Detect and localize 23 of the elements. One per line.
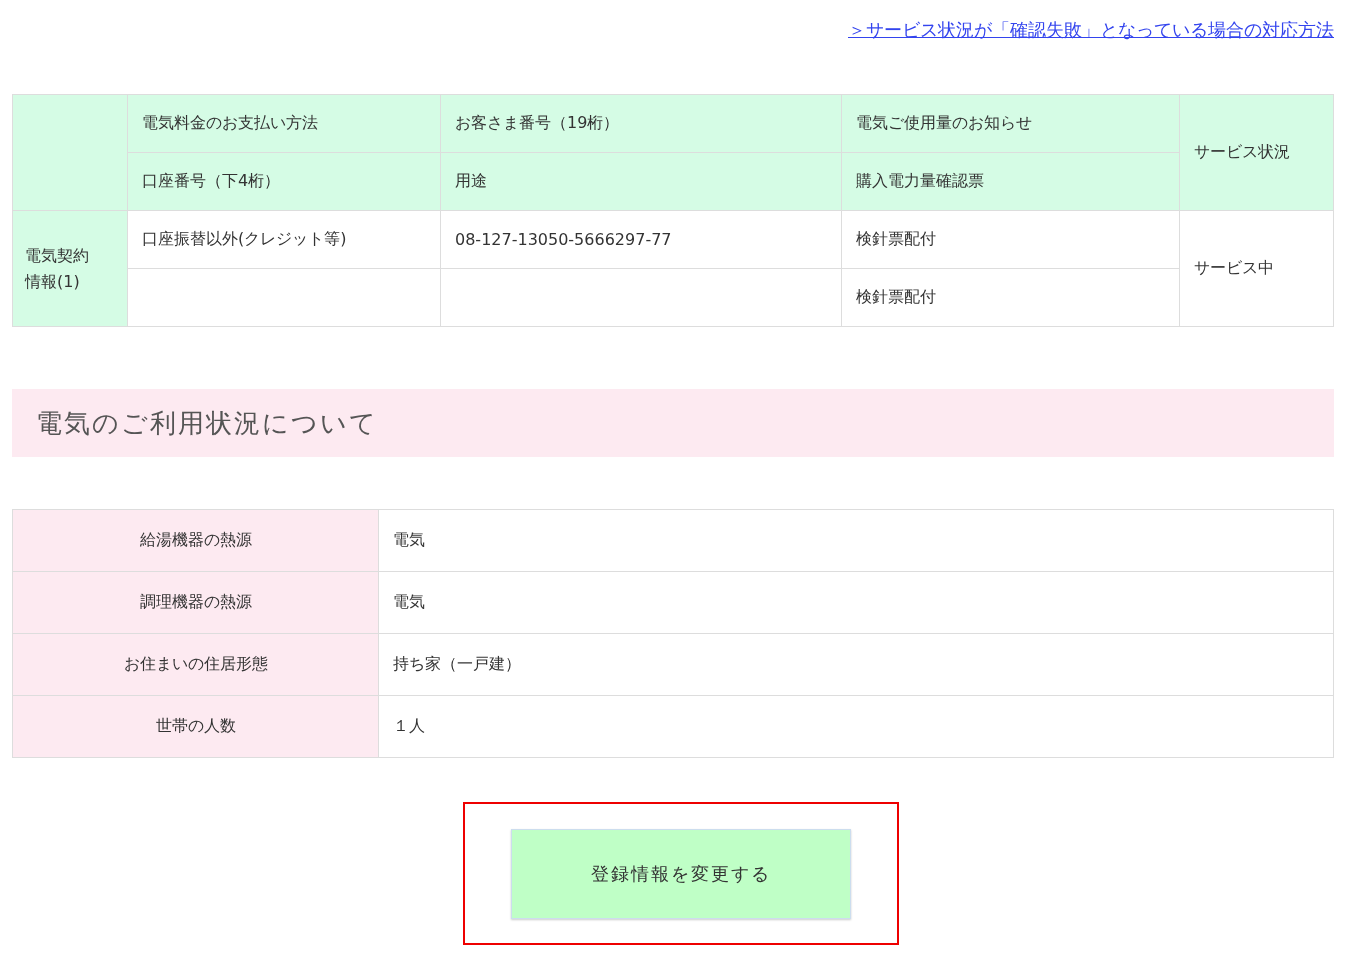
header-cell: 用途 (440, 152, 842, 211)
header-cell: 購入電力量確認票 (841, 152, 1180, 211)
label-cell: 世帯の人数 (12, 695, 379, 758)
header-cell: お客さま番号（19桁） (440, 94, 842, 153)
header-cell: 電気ご使用量のお知らせ (841, 94, 1180, 153)
label-cell: 調理機器の熱源 (12, 571, 379, 634)
header-cell: 電気料金のお支払い方法 (127, 94, 441, 153)
table-cell: 電気 (378, 509, 1334, 572)
table-cell: サービス中 (1179, 210, 1334, 327)
label-cell: 給湯機器の熱源 (12, 509, 379, 572)
change-registration-button[interactable]: 登録情報を変更する (511, 828, 851, 919)
row-header-cell: 電気契約情報(1) (12, 210, 128, 327)
table-cell: １人 (378, 695, 1334, 758)
table-cell: 持ち家（一戸建） (378, 633, 1334, 696)
table-cell: 08-127-13050-5666297-77 (440, 210, 842, 269)
table-cell: 口座振替以外(クレジット等) (127, 210, 441, 269)
help-link[interactable]: ＞サービス状況が「確認失敗」となっている場合の対応方法 (848, 18, 1334, 94)
table-cell: 電気 (378, 571, 1334, 634)
table-cell: 検針票配付 (841, 210, 1180, 269)
section-title: 電気のご利用状況について (36, 406, 378, 440)
header-cell: サービス状況 (1179, 94, 1334, 211)
header-cell: 口座番号（下4桁） (127, 152, 441, 211)
label-cell: お住まいの住居形態 (12, 633, 379, 696)
